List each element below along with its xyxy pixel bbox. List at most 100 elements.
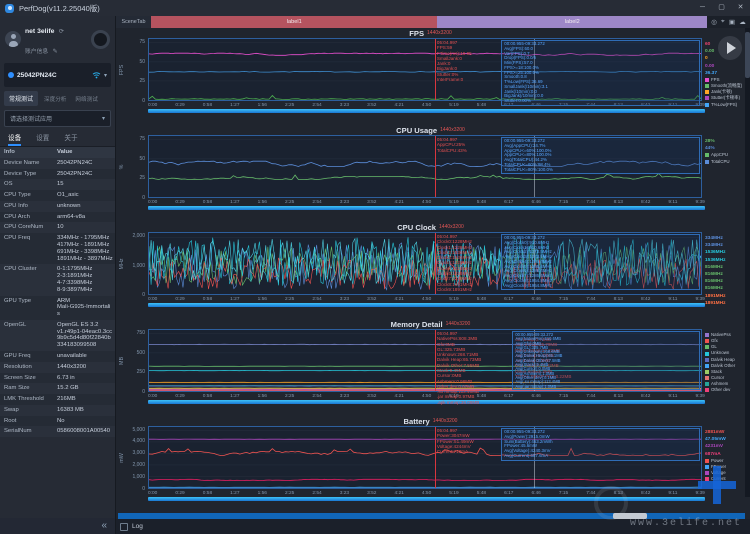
user-card: net 3elife ⟳ 账户信息 ✎ [0, 16, 115, 61]
table-row: OpenGL OpenGL ES 3.2 v1.r49p1-04eac0.3cc … [0, 319, 115, 351]
chevron-down-icon: ▾ [103, 72, 107, 79]
current-value: 0.00 [705, 63, 715, 69]
cursor-line[interactable] [434, 136, 436, 197]
legend-item[interactable]: T%Low(FPS) [705, 102, 745, 108]
cursor-tooltip: 05:04.997 FPS:59 FTime(ms):16.95 SmallJa… [436, 40, 472, 82]
chart-plot[interactable]: 05:04.997 FPS:59 FTime(ms):16.95 SmallJa… [148, 38, 702, 106]
folder-icon[interactable]: ▣ [729, 18, 735, 26]
scene-label-1[interactable]: label1 [151, 16, 438, 28]
legend-swatch [705, 84, 709, 89]
mode-tab-1[interactable]: 常规测试 [4, 91, 39, 106]
y-axis-label: mW [118, 452, 125, 463]
sub-tab-3[interactable]: 关于 [64, 132, 77, 146]
current-value: 47.05mW [705, 437, 726, 443]
chart-title: Battery [403, 416, 430, 426]
cursor-tooltip: 05:04.997 AppCPU:25% TotalCPU:43% [436, 137, 467, 153]
vertical-scrollbar[interactable] [745, 28, 750, 497]
sub-tab-1[interactable]: 设备 [8, 132, 22, 146]
y-axis-label: FPS [118, 64, 125, 75]
scene-bar: SceneTab label1 label2 ◎ ⌖ ▣ ☁ [116, 16, 750, 28]
chart-plot[interactable]: 05:04.997 NativePss:608.3MB Gfx:0MB GL:3… [148, 329, 702, 405]
chart-title: FPS [409, 28, 425, 38]
table-row: Device Type 25042PN24C [0, 168, 115, 180]
chart-pan-strip[interactable] [148, 400, 705, 404]
chart-cpu-usage: CPU Usage 1440x3200% 75 50 25 0 05:04.997 AppC… [116, 125, 745, 222]
cursor-line[interactable] [434, 39, 436, 100]
chart-memory-detail: Memory Detail 1440x3200 MB 750 500 250 0 05:04.… [116, 319, 745, 416]
scrollbar-thumb[interactable] [745, 32, 750, 78]
current-value: 36.37 [705, 70, 718, 76]
legend-swatch [705, 351, 709, 356]
minimize-button[interactable]: ─ [693, 0, 712, 16]
chart-annotation: 1440x3200 [440, 127, 465, 133]
current-value: 334MHz [705, 236, 723, 241]
log-checkbox-icon[interactable] [120, 522, 128, 531]
stats-overlay: 00:00.955-09:33.272 Avg(NativePss):610.6… [512, 331, 700, 390]
legend-item[interactable]: TotalCPU [705, 159, 745, 165]
chart-plot[interactable]: 05:04.997 Power:3047mW FPower:51.49mW Vo… [148, 426, 702, 489]
chart-pan-strip[interactable] [148, 109, 705, 113]
chart-title: CPU Usage [396, 125, 438, 135]
watermark: www.3elife.net [629, 518, 742, 529]
mode-tab-3[interactable]: 网络测试 [72, 93, 100, 105]
y-axis-label: MHz [118, 257, 125, 270]
table-row: CPU Freq 334MHz - 1795MHz 417MHz - 1891MH… [0, 233, 115, 265]
record-icon[interactable]: ◎ [711, 18, 717, 26]
location-pin-icon[interactable]: ⌖ [721, 18, 725, 26]
scene-label-2[interactable]: label2 [437, 16, 707, 28]
watermark-logo-ring [594, 486, 628, 520]
device-selector[interactable]: 25042PN24C ▾ [4, 63, 111, 87]
scene-tab-button[interactable]: SceneTab [116, 16, 151, 28]
stats-overlay: 00:00.955-09:33.272 Avg(Clock0):910.6MHz… [501, 234, 700, 291]
chart-fps: FPS 1440x3200 FPS 75 50 25 0 05:04.997 FPS:59 F… [116, 28, 745, 125]
record-button[interactable] [91, 29, 110, 49]
table-row: Screen Size 6.73 in [0, 372, 115, 384]
cloud-icon[interactable]: ☁ [739, 18, 746, 26]
stats-overlay: 00:00.955-09:33.272 Avg(AppCPU):24.7% Ap… [501, 137, 700, 175]
app-logo-icon [5, 3, 14, 13]
table-row: LMK Threshold 216MB [0, 394, 115, 405]
current-value: 687mA [705, 451, 721, 457]
mode-tab-2[interactable]: 深度分析 [41, 93, 69, 105]
legend-item[interactable]: Other dev [705, 387, 745, 393]
app-select-dropdown[interactable]: 请选择测试应用 ▾ [4, 110, 111, 127]
chart-right-column: 334MHz 334MHz 1536MHz 1536MHz 816MHz 816MHz 81… [702, 232, 745, 306]
chevron-down-icon: ▾ [101, 116, 105, 122]
chart-pan-strip[interactable] [148, 206, 705, 210]
account-info-link[interactable]: 账户信息 [25, 49, 48, 55]
chart-cpu-clock: CPU Clock 1440x3200 MHz 2,000 1,000 0 05:04.99… [116, 222, 745, 319]
y-axis-label: MB [118, 356, 125, 365]
cursor-line[interactable] [434, 427, 436, 488]
wifi-icon [92, 66, 101, 84]
user-name: net 3elife [25, 28, 55, 35]
collapse-sidebar-button[interactable]: « [101, 521, 107, 531]
table-row: Resolution 1440x3200 [0, 361, 115, 373]
cursor-line[interactable] [434, 330, 436, 391]
chart-pan-strip[interactable] [148, 303, 705, 307]
scene-label-1-text: label1 [286, 19, 302, 25]
legend-swatch [705, 376, 709, 381]
play-button[interactable] [718, 36, 742, 60]
refresh-icon[interactable]: ⟳ [59, 29, 64, 35]
chart-plot[interactable]: 05:04.997 Clock0:1228MHz Clock1:1228MHz … [148, 232, 702, 295]
sub-tab-2[interactable]: 设置 [36, 132, 49, 146]
maximize-button[interactable]: ▢ [712, 0, 731, 16]
y-axis-ticks: 75 50 25 0 [139, 38, 145, 104]
edit-account-icon[interactable]: ✎ [53, 49, 58, 55]
cursor-line[interactable] [434, 233, 436, 294]
chart-annotation: 1440x3200 [432, 418, 458, 424]
table-row: Device Name 25042PN24C [0, 157, 115, 169]
scene-label-2-text: label2 [564, 19, 580, 25]
chart-annotation: 1440x3200 [445, 321, 471, 327]
chart-plot[interactable]: 05:04.997 AppCPU:25% TotalCPU:43% 00:00.9… [148, 135, 702, 198]
device-online-dot [8, 72, 14, 78]
table-row: GPU Type ARM Mali-G925-Immortalis [0, 295, 115, 320]
table-row: GPU Freq unavailable [0, 350, 115, 362]
cursor-tooltip: 05:04.997 Power:3047mW FPower:51.49mW Vo… [436, 428, 474, 455]
close-button[interactable]: ✕ [731, 0, 750, 16]
table-row: Root No [0, 415, 115, 427]
charts-area: FPS 1440x3200 FPS 75 50 25 0 05:04.997 FPS:59 F… [116, 28, 745, 513]
table-row: CPU Arch arm64-v8a [0, 211, 115, 223]
mode-tabs: 常规测试 深度分析 网络测试 [0, 89, 115, 108]
chart-right-column: 28% 44% AppCPU TotalCPU [702, 135, 745, 198]
